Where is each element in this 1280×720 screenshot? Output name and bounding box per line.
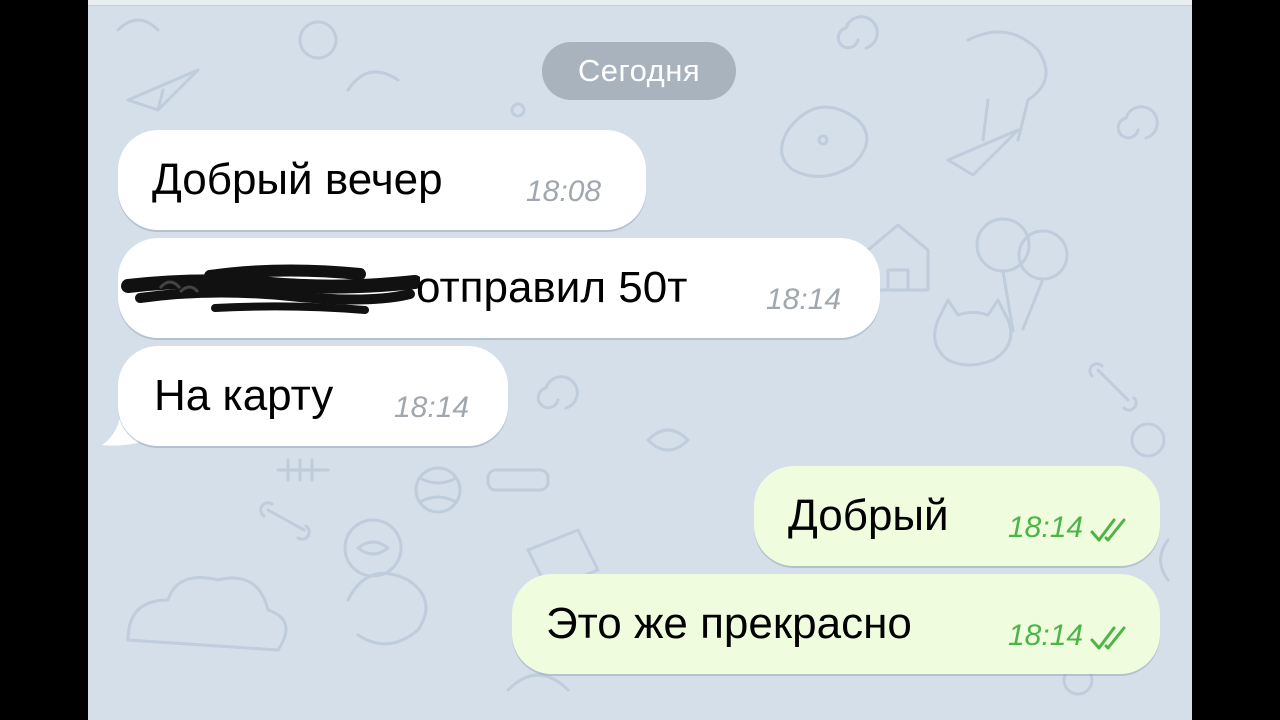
- message-outgoing[interactable]: Это же прекрасно 18:14: [512, 574, 1160, 674]
- message-text: Это же прекрасно: [546, 599, 912, 648]
- message-incoming[interactable]: Добрый вечер 18:08: [118, 130, 646, 230]
- message-incoming[interactable]: На карту 18:14: [118, 346, 508, 446]
- message-time: 18:14: [1008, 511, 1084, 544]
- message-time: 18:14: [766, 283, 842, 316]
- message-text: Добрый: [788, 491, 949, 540]
- double-check-icon: [1090, 518, 1126, 542]
- message-text: Добрый вечер: [152, 155, 443, 204]
- chat-area[interactable]: Сегодня Добрый вечер 18:08 отправил 50т …: [88, 0, 1192, 720]
- message-text: На карту: [154, 371, 334, 420]
- screen-frame: Сегодня Добрый вечер 18:08 отправил 50т …: [0, 0, 1280, 720]
- message-incoming[interactable]: отправил 50т 18:14: [118, 238, 880, 338]
- message-time: 18:14: [394, 391, 470, 424]
- redaction-scribble: [121, 264, 420, 314]
- message-outgoing[interactable]: Добрый 18:14: [754, 466, 1160, 566]
- message-text: отправил 50т: [416, 263, 688, 312]
- message-time: 18:14: [1008, 619, 1084, 652]
- date-separator: Сегодня: [542, 42, 736, 100]
- message-time: 18:08: [526, 175, 602, 208]
- double-check-icon: [1090, 626, 1126, 650]
